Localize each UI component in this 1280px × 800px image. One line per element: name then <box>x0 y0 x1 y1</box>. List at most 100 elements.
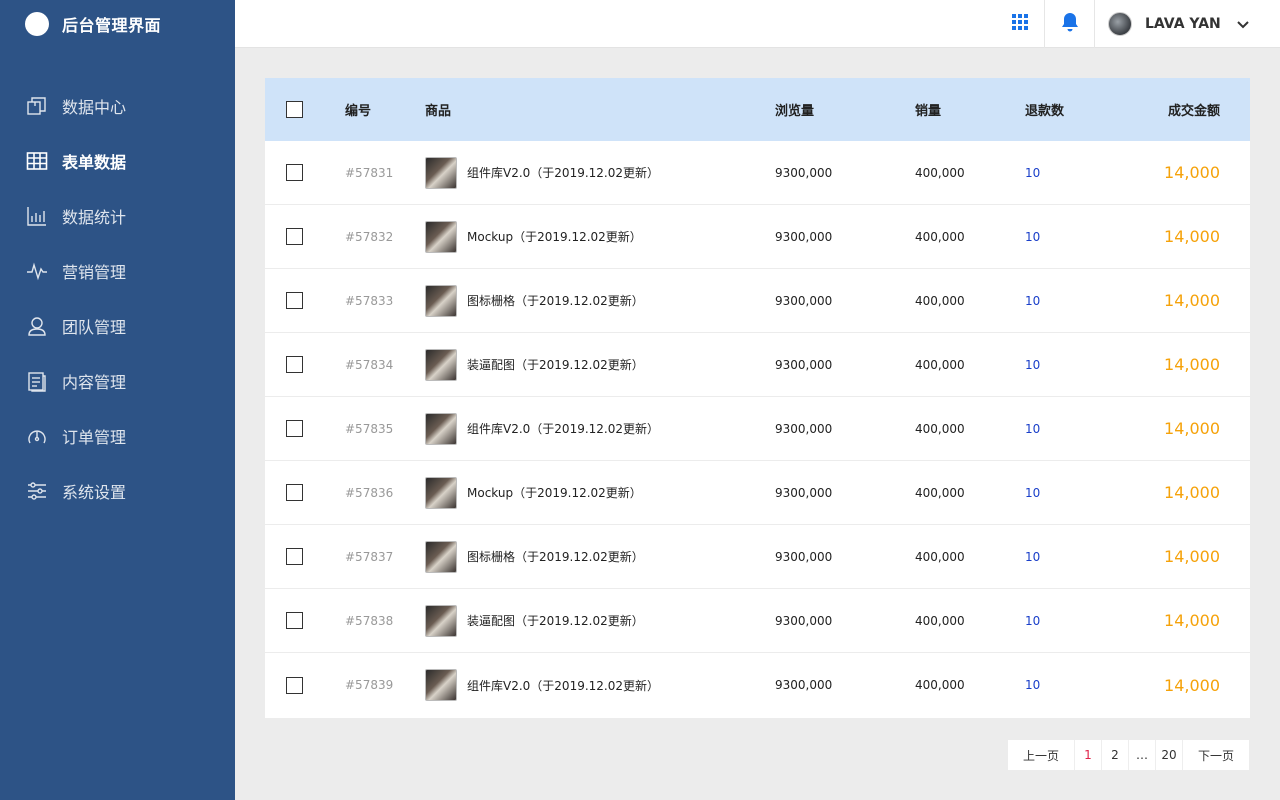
sidebar-item-settings[interactable]: 系统设置 <box>0 463 235 518</box>
row-amount: 14,000 <box>1164 675 1220 695</box>
sidebar-item-statistics[interactable]: 数据统计 <box>0 188 235 243</box>
product-thumbnail <box>425 669 457 701</box>
product-name[interactable]: 装逼配图（于2019.12.02更新） <box>467 612 644 629</box>
product-thumbnail <box>425 412 457 445</box>
user-name: LAVA YAN <box>1145 16 1221 32</box>
table-row[interactable]: #57836 Mockup（于2019.12.02更新） 9300,000 400,0… <box>265 461 1250 525</box>
page-ellipsis: … <box>1129 740 1156 770</box>
row-refunds[interactable]: 10 <box>1025 141 1040 204</box>
select-all-checkbox[interactable] <box>286 101 303 118</box>
row-views: 9300,000 <box>775 293 833 308</box>
table-header: 编号 商品 浏览量 销量 退款数 成交金额 <box>265 78 1250 141</box>
apps-button[interactable] <box>995 0 1045 48</box>
sidebar-item-form-data[interactable]: 表单数据 <box>0 133 235 188</box>
product-thumbnail <box>425 540 457 573</box>
table-row[interactable]: #57832 Mockup（于2019.12.02更新） 9300,000 400,0… <box>265 205 1250 269</box>
row-checkbox[interactable] <box>286 676 303 694</box>
apps-grid-icon <box>1011 14 1028 34</box>
row-checkbox[interactable] <box>286 612 303 629</box>
row-checkbox[interactable] <box>286 292 303 309</box>
row-amount: 14,000 <box>1164 611 1220 630</box>
row-checkbox[interactable] <box>286 356 303 373</box>
header-refunds: 退款数 <box>1025 104 1065 119</box>
sidebar-item-orders[interactable]: 订单管理 <box>0 408 235 463</box>
pulse-icon <box>26 260 48 282</box>
row-product: 装逼配图（于2019.12.02更新） <box>425 333 644 396</box>
row-id: #57838 <box>345 613 394 628</box>
document-icon <box>26 370 48 392</box>
table-row[interactable]: #57839 组件库V2.0（于2019.12.02更新） 9300,000 400,… <box>265 653 1250 717</box>
sidebar-item-label: 系统设置 <box>62 482 127 502</box>
header-views: 浏览量 <box>775 104 815 119</box>
product-name[interactable]: 装逼配图（于2019.12.02更新） <box>467 356 644 373</box>
sidebar-item-content[interactable]: 内容管理 <box>0 353 235 408</box>
product-name[interactable]: 组件库V2.0（于2019.12.02更新） <box>467 677 659 694</box>
table-row[interactable]: #57834 装逼配图（于2019.12.02更新） 9300,000 400,000… <box>265 333 1250 397</box>
product-name[interactable]: 组件库V2.0（于2019.12.02更新） <box>467 420 659 437</box>
row-id: #57839 <box>345 678 394 692</box>
page-button-2[interactable]: 2 <box>1102 740 1129 770</box>
page-button-1[interactable]: 1 <box>1075 740 1102 770</box>
row-product: 组件库V2.0（于2019.12.02更新） <box>425 653 659 717</box>
avatar <box>1108 12 1132 36</box>
page-button-20[interactable]: 20 <box>1156 740 1183 770</box>
row-views: 9300,000 <box>775 421 833 436</box>
table-row[interactable]: #57838 装逼配图（于2019.12.02更新） 9300,000 400,000… <box>265 589 1250 653</box>
notifications-button[interactable] <box>1045 0 1095 48</box>
product-name[interactable]: 图标栅格（于2019.12.02更新） <box>467 292 644 309</box>
product-name[interactable]: 组件库V2.0（于2019.12.02更新） <box>467 164 659 181</box>
row-sales: 400,000 <box>915 485 965 500</box>
table-row[interactable]: #57833 图标栅格（于2019.12.02更新） 9300,000 400,000… <box>265 269 1250 333</box>
header-amount: 成交金额 <box>1167 104 1220 119</box>
row-refunds[interactable]: 10 <box>1025 653 1040 717</box>
product-name[interactable]: 图标栅格（于2019.12.02更新） <box>467 548 644 565</box>
row-refunds[interactable]: 10 <box>1025 269 1040 332</box>
row-refunds[interactable]: 10 <box>1025 205 1040 268</box>
row-checkbox[interactable] <box>286 164 303 181</box>
row-checkbox-cell <box>286 653 303 717</box>
table-icon <box>26 150 48 172</box>
row-refunds[interactable]: 10 <box>1025 397 1040 460</box>
row-amount: 14,000 <box>1164 163 1220 182</box>
gauge-icon <box>26 425 48 447</box>
product-name[interactable]: Mockup（于2019.12.02更新） <box>467 484 642 501</box>
row-sales: 400,000 <box>915 357 965 372</box>
row-checkbox[interactable] <box>286 420 303 437</box>
row-refunds[interactable]: 10 <box>1025 333 1040 396</box>
row-id: #57836 <box>345 485 394 500</box>
row-checkbox[interactable] <box>286 228 303 245</box>
row-product: 组件库V2.0（于2019.12.02更新） <box>425 397 659 460</box>
row-checkbox-cell <box>286 461 303 524</box>
row-id: #57837 <box>345 549 394 564</box>
bar-chart-icon <box>26 205 48 227</box>
row-checkbox[interactable] <box>286 548 303 565</box>
sidebar-item-marketing[interactable]: 营销管理 <box>0 243 235 298</box>
row-refunds[interactable]: 10 <box>1025 589 1040 652</box>
row-refunds[interactable]: 10 <box>1025 525 1040 588</box>
sidebar-item-label: 数据中心 <box>62 97 127 117</box>
table-row[interactable]: #57831 组件库V2.0（于2019.12.02更新） 9300,000 400,… <box>265 141 1250 205</box>
prev-page-button[interactable]: 上一页 <box>1008 740 1075 770</box>
product-thumbnail <box>425 476 457 509</box>
row-amount: 14,000 <box>1164 227 1220 246</box>
next-page-button[interactable]: 下一页 <box>1183 740 1249 770</box>
product-thumbnail <box>425 348 457 381</box>
row-refunds[interactable]: 10 <box>1025 461 1040 524</box>
row-id: #57832 <box>345 229 394 244</box>
row-amount: 14,000 <box>1164 483 1220 502</box>
table-row[interactable]: #57837 图标栅格（于2019.12.02更新） 9300,000 400,000… <box>265 525 1250 589</box>
table-row[interactable]: #57835 组件库V2.0（于2019.12.02更新） 9300,000 400,… <box>265 397 1250 461</box>
product-name[interactable]: Mockup（于2019.12.02更新） <box>467 228 642 245</box>
sidebar-item-label: 团队管理 <box>62 317 127 337</box>
product-thumbnail <box>425 220 457 253</box>
sidebar: 后台管理界面 数据中心 表单数据 数据统计 营销管理 团队管理 内容管理 订单管… <box>0 0 235 800</box>
sidebar-item-label: 订单管理 <box>62 427 127 447</box>
data-table: 编号 商品 浏览量 销量 退款数 成交金额 #57831 组件库V2.0（于201… <box>265 78 1250 718</box>
sidebar-item-data-center[interactable]: 数据中心 <box>0 78 235 133</box>
row-product: 装逼配图（于2019.12.02更新） <box>425 589 644 652</box>
user-menu[interactable]: LAVA YAN <box>1095 0 1280 48</box>
row-views: 9300,000 <box>775 613 833 628</box>
sidebar-item-label: 表单数据 <box>62 152 127 172</box>
row-checkbox[interactable] <box>286 484 303 501</box>
sidebar-item-team[interactable]: 团队管理 <box>0 298 235 353</box>
